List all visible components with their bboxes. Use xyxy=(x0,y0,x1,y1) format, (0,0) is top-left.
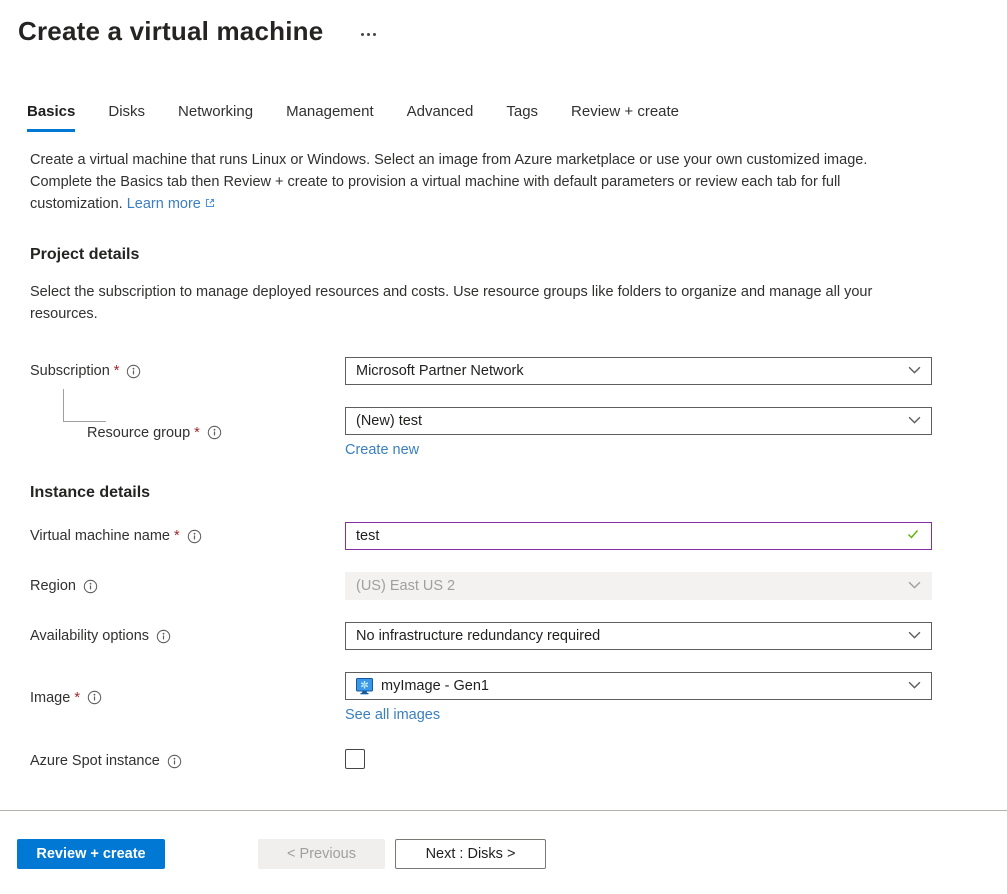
image-dropdown[interactable]: myImage - Gen1 xyxy=(345,672,932,700)
chevron-down-icon xyxy=(908,363,921,379)
tab-review-create[interactable]: Review + create xyxy=(571,103,679,132)
external-link-icon xyxy=(204,194,216,216)
wizard-tabs: Basics Disks Networking Management Advan… xyxy=(27,103,1007,132)
tab-disks[interactable]: Disks xyxy=(108,103,145,132)
resource-group-row: Resource group * (New) test Create new xyxy=(30,389,1007,458)
intro-text: Create a virtual machine that runs Linux… xyxy=(30,149,915,216)
image-label: Image xyxy=(30,689,71,706)
vm-name-field xyxy=(345,522,932,550)
subscription-dropdown[interactable]: Microsoft Partner Network xyxy=(345,357,932,385)
project-details-description: Select the subscription to manage deploy… xyxy=(30,284,873,322)
subscription-row: Subscription * Microsoft Partner Network xyxy=(30,357,1007,385)
info-icon[interactable] xyxy=(126,364,141,379)
region-dropdown: (US) East US 2 xyxy=(345,572,932,600)
tab-basics[interactable]: Basics xyxy=(27,103,76,132)
vm-name-label: Virtual machine name xyxy=(30,528,170,544)
info-icon[interactable] xyxy=(87,690,102,705)
learn-more-link[interactable]: Learn more xyxy=(127,196,216,212)
chevron-down-icon xyxy=(908,678,921,694)
tab-tags[interactable]: Tags xyxy=(506,103,538,132)
valid-check-icon xyxy=(905,526,921,546)
image-row: Image * myImage - Gen1 See all images xyxy=(30,672,1007,723)
info-icon[interactable] xyxy=(207,425,222,440)
see-all-images-link[interactable]: See all images xyxy=(345,707,440,723)
chevron-down-icon xyxy=(908,628,921,644)
availability-options-label: Availability options xyxy=(30,628,150,644)
vm-name-row: Virtual machine name * xyxy=(30,522,1007,550)
chevron-down-icon xyxy=(908,578,921,594)
hierarchy-connector-line xyxy=(63,389,106,422)
create-new-link[interactable]: Create new xyxy=(345,442,419,458)
required-marker: * xyxy=(173,528,180,544)
page-title: Create a virtual machine xyxy=(18,16,324,46)
region-row: Region (US) East US 2 xyxy=(30,572,1007,600)
resource-group-label: Resource group xyxy=(87,424,191,441)
wizard-footer: Review + create < Previous Next : Disks … xyxy=(0,810,1007,894)
project-details-heading: Project details xyxy=(30,246,140,263)
vm-name-input[interactable] xyxy=(356,528,905,544)
info-icon[interactable] xyxy=(167,754,182,769)
azure-spot-checkbox[interactable] xyxy=(345,749,365,769)
availability-options-row: Availability options No infrastructure r… xyxy=(30,622,1007,650)
page-header: Create a virtual machine xyxy=(18,16,1007,47)
resource-group-dropdown[interactable]: (New) test xyxy=(345,407,932,435)
subscription-label: Subscription xyxy=(30,363,110,379)
required-marker: * xyxy=(194,424,200,441)
info-icon[interactable] xyxy=(187,529,202,544)
required-marker: * xyxy=(74,689,80,706)
tab-management[interactable]: Management xyxy=(286,103,374,132)
review-create-button[interactable]: Review + create xyxy=(17,839,165,869)
required-marker: * xyxy=(113,363,120,379)
instance-details-heading: Instance details xyxy=(30,484,151,501)
tab-networking[interactable]: Networking xyxy=(178,103,253,132)
more-options-icon[interactable] xyxy=(357,29,380,40)
previous-button[interactable]: < Previous xyxy=(258,839,385,869)
vm-image-icon xyxy=(356,677,373,695)
azure-spot-label: Azure Spot instance xyxy=(30,753,160,769)
azure-spot-row: Azure Spot instance xyxy=(30,749,1007,773)
region-label: Region xyxy=(30,578,76,594)
tab-advanced[interactable]: Advanced xyxy=(407,103,474,132)
next-disks-button[interactable]: Next : Disks > xyxy=(395,839,546,869)
chevron-down-icon xyxy=(908,413,921,429)
availability-options-dropdown[interactable]: No infrastructure redundancy required xyxy=(345,622,932,650)
info-icon[interactable] xyxy=(156,629,171,644)
info-icon[interactable] xyxy=(83,579,98,594)
